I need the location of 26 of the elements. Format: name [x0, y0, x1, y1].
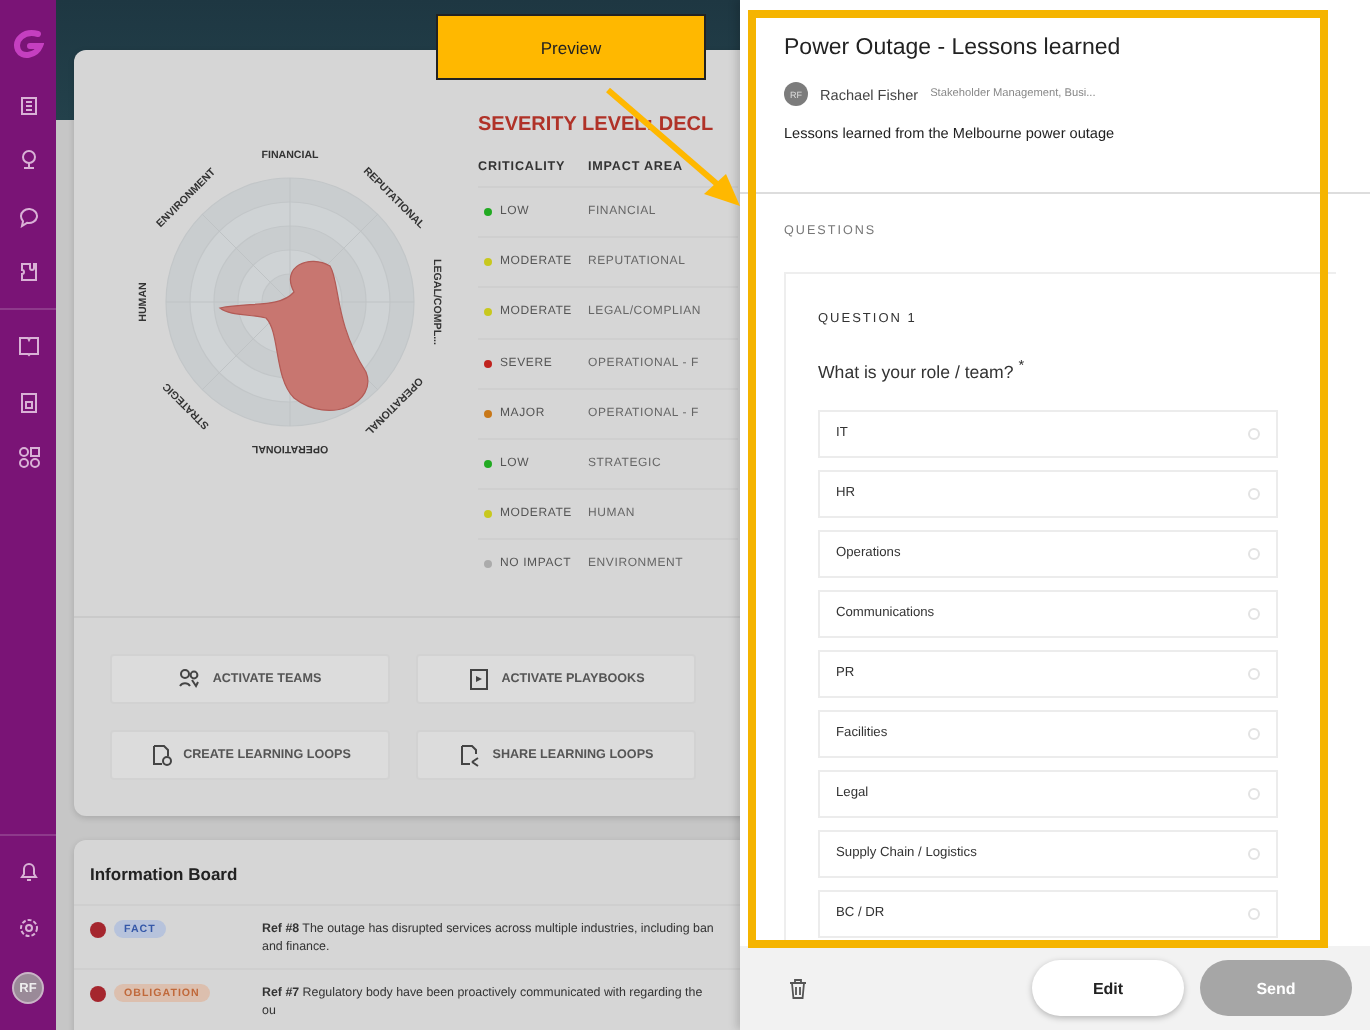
board-title: Information Board — [90, 864, 238, 884]
logo-icon — [12, 28, 44, 60]
callout-label: Preview — [540, 37, 602, 57]
radio-button[interactable] — [1248, 787, 1260, 800]
chat-icon — [17, 204, 39, 228]
document-icon — [458, 743, 481, 767]
grid-icon — [17, 446, 39, 470]
radio-button[interactable] — [1248, 847, 1260, 860]
question-text: What is your role / team? $^{*}$ — [818, 356, 1025, 382]
radio-button[interactable] — [1248, 427, 1260, 440]
bell-icon[interactable] — [17, 860, 39, 884]
radio-button[interactable] — [1248, 727, 1260, 740]
document-icon — [149, 743, 172, 767]
radio-button[interactable] — [1248, 907, 1260, 920]
radio-button[interactable] — [1248, 547, 1260, 560]
survey-title: Power Outage - Lessons learned — [784, 36, 1121, 60]
radio-button[interactable] — [1248, 667, 1260, 680]
trash-icon[interactable] — [788, 977, 808, 999]
settings-icon[interactable] — [17, 916, 39, 940]
radio-button[interactable] — [1248, 607, 1260, 620]
team-icon — [178, 667, 201, 691]
book-icon — [17, 334, 39, 358]
radio-button[interactable] — [1248, 487, 1260, 500]
document-icon — [467, 667, 490, 691]
puzzle-icon — [17, 260, 39, 284]
action-button[interactable]: Edit — [1032, 960, 1184, 1016]
